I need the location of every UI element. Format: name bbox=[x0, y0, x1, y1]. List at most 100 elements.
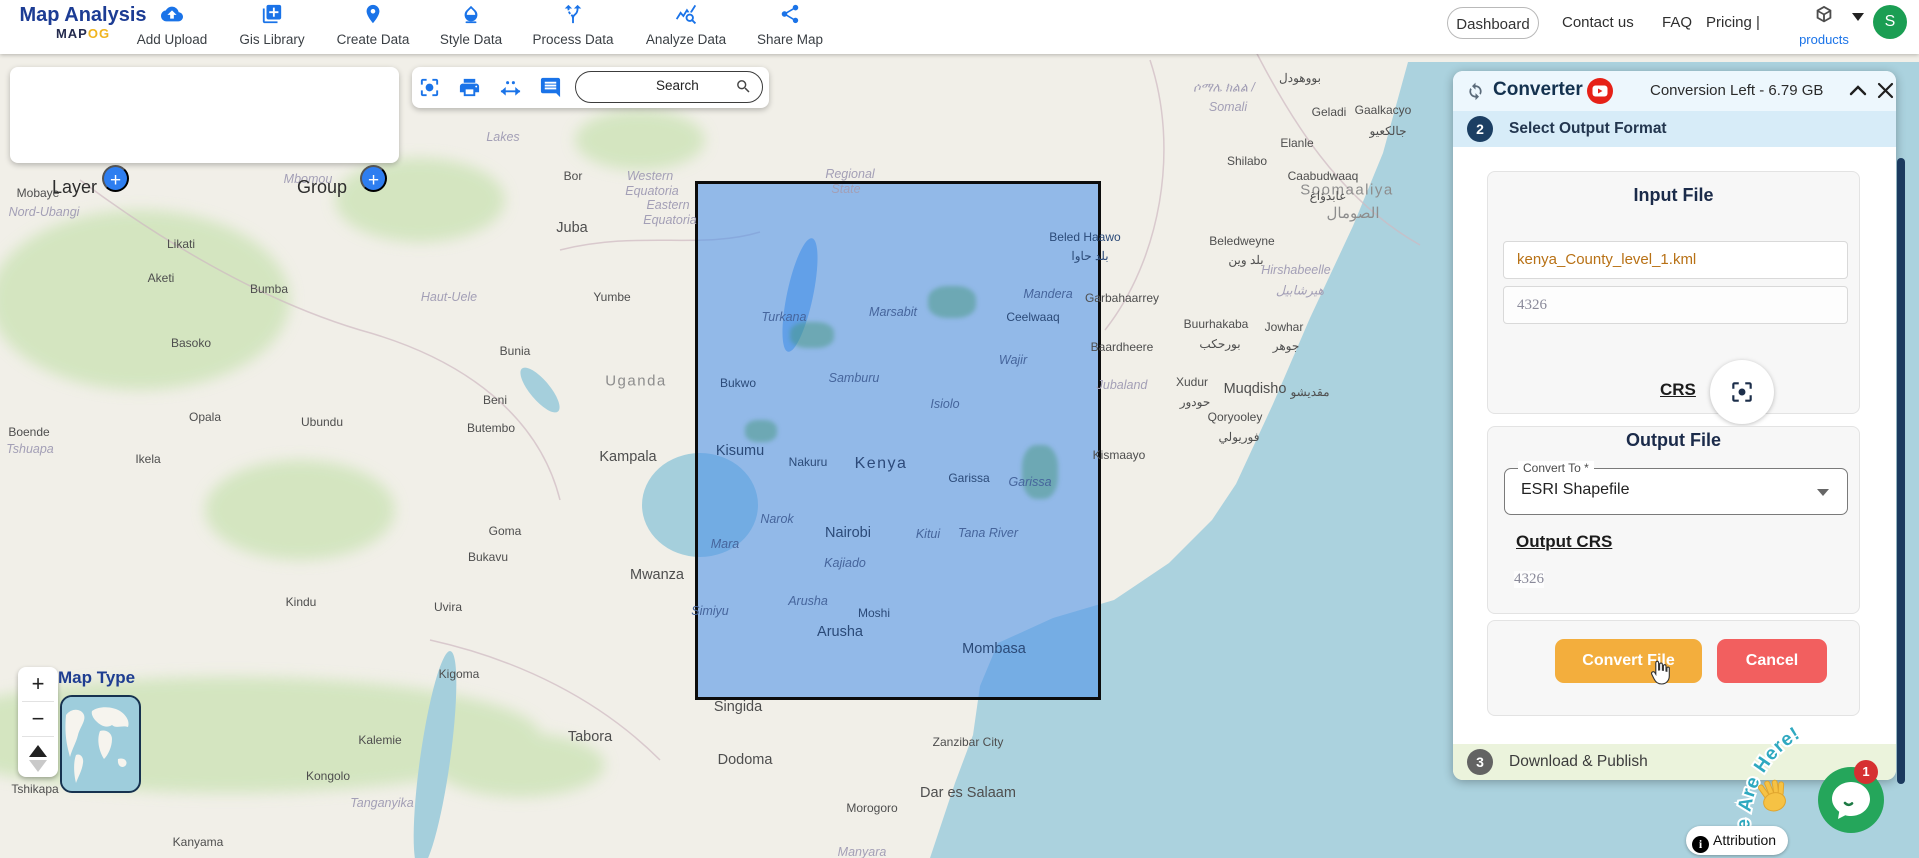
layers-panel: Layer + Group + bbox=[10, 67, 399, 197]
map-label: Tabora bbox=[567, 729, 613, 745]
waving-hand-icon bbox=[1755, 778, 1791, 819]
map-label: Likati bbox=[166, 237, 196, 251]
map-label: Nord-Ubangi bbox=[8, 205, 80, 219]
products-label: products bbox=[1799, 32, 1849, 47]
map-label: Kisumu bbox=[715, 443, 765, 459]
map-label: Qoryooley bbox=[1207, 410, 1263, 424]
map-label: Simiyu bbox=[691, 604, 729, 618]
map-label: هيرشابيل bbox=[1275, 283, 1325, 298]
map-label: Hirshabeelle bbox=[1261, 263, 1331, 277]
nav-style-data[interactable]: Style Data bbox=[419, 3, 523, 47]
map-label: Kampala bbox=[599, 449, 657, 465]
add-group-button[interactable]: + bbox=[360, 165, 387, 192]
map-label: Tanganyika bbox=[350, 796, 414, 810]
attribution-button[interactable]: i Attribution bbox=[1686, 826, 1789, 855]
map-label: Zanzibar City bbox=[932, 735, 1004, 749]
products-menu[interactable]: products bbox=[1796, 4, 1852, 47]
map-label: عابدؤاغ bbox=[1309, 189, 1347, 203]
nav-share-map[interactable]: Share Map bbox=[738, 3, 842, 47]
crs-picker-button[interactable] bbox=[1710, 360, 1774, 424]
nav-analyze-data[interactable]: Analyze Data bbox=[634, 3, 738, 47]
map-label: Nairobi bbox=[825, 525, 871, 541]
map-label: Kajiado bbox=[824, 556, 866, 570]
map-type-label: Map Type bbox=[58, 668, 136, 687]
map-label: الصومال bbox=[1326, 205, 1380, 222]
map-label: Kismaayo bbox=[1092, 448, 1146, 462]
pricing-link[interactable]: Pricing | bbox=[1706, 14, 1760, 31]
panel-scrollbar[interactable] bbox=[1897, 158, 1905, 784]
input-epsg-field[interactable]: 4326 bbox=[1503, 286, 1848, 324]
location-pin-icon bbox=[362, 4, 384, 29]
nav-add-upload[interactable]: Add Upload bbox=[120, 3, 224, 47]
map-label: Jubaland bbox=[1096, 378, 1148, 392]
add-layer-button[interactable]: + bbox=[102, 165, 129, 192]
step-3-label: Download & Publish bbox=[1509, 753, 1648, 770]
nav-gis-library[interactable]: Gis Library bbox=[220, 3, 324, 47]
map-label: Somali bbox=[1208, 100, 1248, 114]
map-label: Garbahaarrey bbox=[1084, 291, 1160, 305]
zoom-out-button[interactable]: − bbox=[18, 702, 58, 735]
map-type-thumbnail[interactable] bbox=[60, 695, 141, 793]
map-label: Opala bbox=[188, 410, 222, 424]
map-label: Morogoro bbox=[846, 801, 898, 815]
convert-to-select[interactable]: Convert To * ESRI Shapefile bbox=[1504, 461, 1848, 515]
map-label: Kanyama bbox=[172, 835, 224, 849]
measure-icon[interactable] bbox=[499, 76, 522, 99]
compass-down-icon bbox=[29, 760, 47, 772]
close-icon[interactable] bbox=[1877, 82, 1894, 104]
cancel-button[interactable]: Cancel bbox=[1717, 639, 1827, 683]
zoom-in-button[interactable]: + bbox=[18, 667, 58, 700]
map-label: Samburu bbox=[828, 371, 880, 385]
map-label: Ceelwaaq bbox=[1006, 310, 1060, 324]
map-toolbar: Search bbox=[412, 67, 769, 108]
map-label: بووهودل bbox=[1279, 71, 1321, 85]
map-label: بورحكب bbox=[1199, 337, 1241, 351]
map-label: Mara bbox=[710, 537, 740, 551]
map-label: بلد حاوا bbox=[1071, 249, 1109, 263]
map-label: Mombasa bbox=[962, 641, 1026, 657]
map-label: Tshikapa bbox=[11, 782, 59, 796]
map-label: Bumba bbox=[249, 282, 289, 296]
library-add-icon bbox=[261, 4, 283, 29]
convert-file-button[interactable]: Convert File bbox=[1555, 639, 1702, 683]
print-icon[interactable] bbox=[458, 76, 481, 99]
youtube-icon[interactable] bbox=[1586, 77, 1614, 105]
contact-us-link[interactable]: Contact us bbox=[1562, 14, 1634, 31]
map-label: Geladi bbox=[1311, 105, 1347, 119]
map-zoom-controls: + − bbox=[18, 667, 58, 777]
converter-panel: Converter Conversion Left - 6.79 GB 2 Se… bbox=[1453, 71, 1896, 780]
map-label: Narok bbox=[760, 512, 794, 526]
dashboard-button[interactable]: Dashboard bbox=[1447, 7, 1539, 39]
map-label: Goma bbox=[488, 524, 522, 538]
input-filename-field[interactable]: kenya_County_level_1.kml bbox=[1503, 241, 1848, 279]
map-label: Ubundu bbox=[300, 415, 344, 429]
center-focus-icon[interactable] bbox=[418, 76, 441, 99]
world-map-art bbox=[62, 697, 135, 787]
map-label: Arusha bbox=[817, 624, 863, 640]
map-label: Juba bbox=[556, 220, 588, 236]
map-label: Turkana bbox=[761, 310, 807, 324]
search-input[interactable]: Search bbox=[575, 71, 763, 103]
center-focus-icon bbox=[1732, 382, 1752, 402]
crs-link[interactable]: CRS bbox=[1660, 380, 1696, 400]
output-epsg-field[interactable]: 4326 bbox=[1514, 571, 1544, 588]
faq-link[interactable]: FAQ bbox=[1662, 14, 1692, 31]
nav-process-data[interactable]: Process Data bbox=[521, 3, 625, 47]
actions-card: Convert File Cancel bbox=[1487, 620, 1860, 716]
compass-up-icon[interactable] bbox=[29, 745, 47, 772]
chevron-down-icon[interactable] bbox=[1852, 13, 1864, 21]
layer-label: Layer bbox=[52, 177, 98, 197]
map-label: Kenya bbox=[854, 455, 908, 472]
sync-icon[interactable] bbox=[1465, 80, 1486, 101]
map-label: بلد وين bbox=[1228, 253, 1264, 267]
map-label: حودور bbox=[1179, 395, 1211, 409]
nav-create-data[interactable]: Create Data bbox=[321, 3, 425, 47]
collapse-chevron-up-icon[interactable] bbox=[1849, 83, 1867, 102]
comment-icon[interactable] bbox=[539, 76, 562, 99]
step-2-number: 2 bbox=[1467, 116, 1493, 142]
output-crs-link[interactable]: Output CRS bbox=[1516, 532, 1612, 552]
output-file-heading: Output File bbox=[1626, 430, 1721, 450]
map-label: Arusha bbox=[788, 594, 828, 608]
avatar[interactable]: S bbox=[1873, 5, 1907, 39]
attribution-label: Attribution bbox=[1713, 832, 1777, 848]
